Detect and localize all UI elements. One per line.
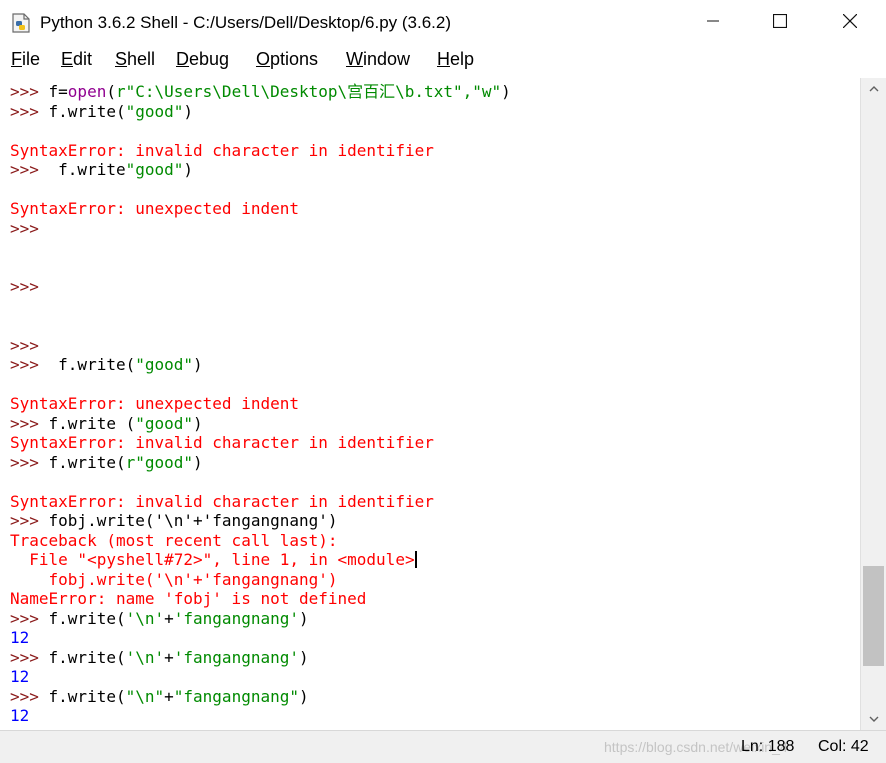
menu-debug[interactable]: Debug [176, 49, 229, 70]
line-number: Ln: 188 [741, 738, 795, 755]
scroll-up-button[interactable] [861, 78, 886, 100]
menu-edit[interactable]: Edit [61, 49, 92, 70]
close-icon [842, 13, 858, 33]
shell-line: >>> f.write("good") [10, 355, 203, 374]
python-idle-icon [10, 12, 32, 34]
menu-shell[interactable]: Shell [115, 49, 155, 70]
maximize-button[interactable] [757, 0, 803, 46]
minimize-button[interactable] [690, 0, 736, 46]
chevron-up-icon [869, 83, 879, 95]
shell-line: >>> f.write("\n"+"fangangnang") [10, 686, 309, 706]
maximize-icon [772, 13, 788, 33]
traceback-line: fobj.write('\n'+'fangangnang') [10, 569, 338, 589]
menu-bar: File Edit Shell Debug Options Window Hel… [0, 46, 886, 76]
prompt-line: >>> [10, 218, 39, 238]
chevron-down-icon [869, 713, 879, 725]
scrollbar-thumb[interactable] [863, 566, 884, 666]
menu-help[interactable]: Help [437, 49, 474, 70]
menu-options[interactable]: Options [256, 49, 318, 70]
traceback-line: File "<pyshell#72>", line 1, in <module> [10, 550, 417, 569]
vertical-scrollbar[interactable] [860, 78, 886, 730]
shell-line: >>> f.write"good") [10, 160, 194, 179]
output-line: 12 [10, 667, 30, 686]
scroll-down-button[interactable] [861, 708, 886, 730]
error-line: SyntaxError: unexpected indent [10, 394, 299, 413]
shell-line: >>> f.write("good") [10, 101, 194, 121]
text-cursor [414, 551, 417, 568]
shell-line: >>> f.write('\n'+'fangangnang') [10, 608, 309, 628]
close-button[interactable] [827, 0, 873, 46]
shell-line: >>> fobj.write('\n'+'fangangnang') [10, 511, 338, 530]
menu-file[interactable]: File [11, 49, 40, 70]
error-line: SyntaxError: unexpected indent [10, 199, 299, 218]
error-line: SyntaxError: invalid character in identi… [10, 140, 434, 160]
output-line: 12 [10, 706, 30, 725]
prompt-line: >>> [10, 277, 39, 296]
traceback-line: Traceback (most recent call last): [10, 530, 338, 550]
window-title: Python 3.6.2 Shell - C:/Users/Dell/Deskt… [40, 13, 452, 32]
shell-line: >>> f.write(r"good") [10, 452, 203, 472]
shell-line: >>> f.write ("good") [10, 413, 203, 433]
error-line: NameError: name 'fobj' is not defined [10, 589, 367, 608]
output-line: 12 [10, 628, 30, 647]
prompt-line: >>> [10, 335, 39, 355]
error-line: SyntaxError: invalid character in identi… [10, 491, 434, 511]
title-bar: Python 3.6.2 Shell - C:/Users/Dell/Deskt… [0, 0, 886, 46]
shell-line: >>> f=open(r"C:\Users\Dell\Desktop\宫百汇\b… [10, 82, 511, 101]
status-bar: https://blog.csdn.net/weixin_4 Ln: 188 C… [0, 730, 886, 763]
error-line: SyntaxError: invalid character in identi… [10, 433, 434, 452]
minimize-icon [707, 14, 719, 32]
menu-window[interactable]: Window [346, 49, 410, 70]
column-number: Col: 42 [818, 738, 869, 755]
shell-output[interactable]: >>> f=open(r"C:\Users\Dell\Desktop\宫百汇\b… [0, 78, 860, 730]
shell-line: >>> f.write('\n'+'fangangnang') [10, 647, 309, 667]
